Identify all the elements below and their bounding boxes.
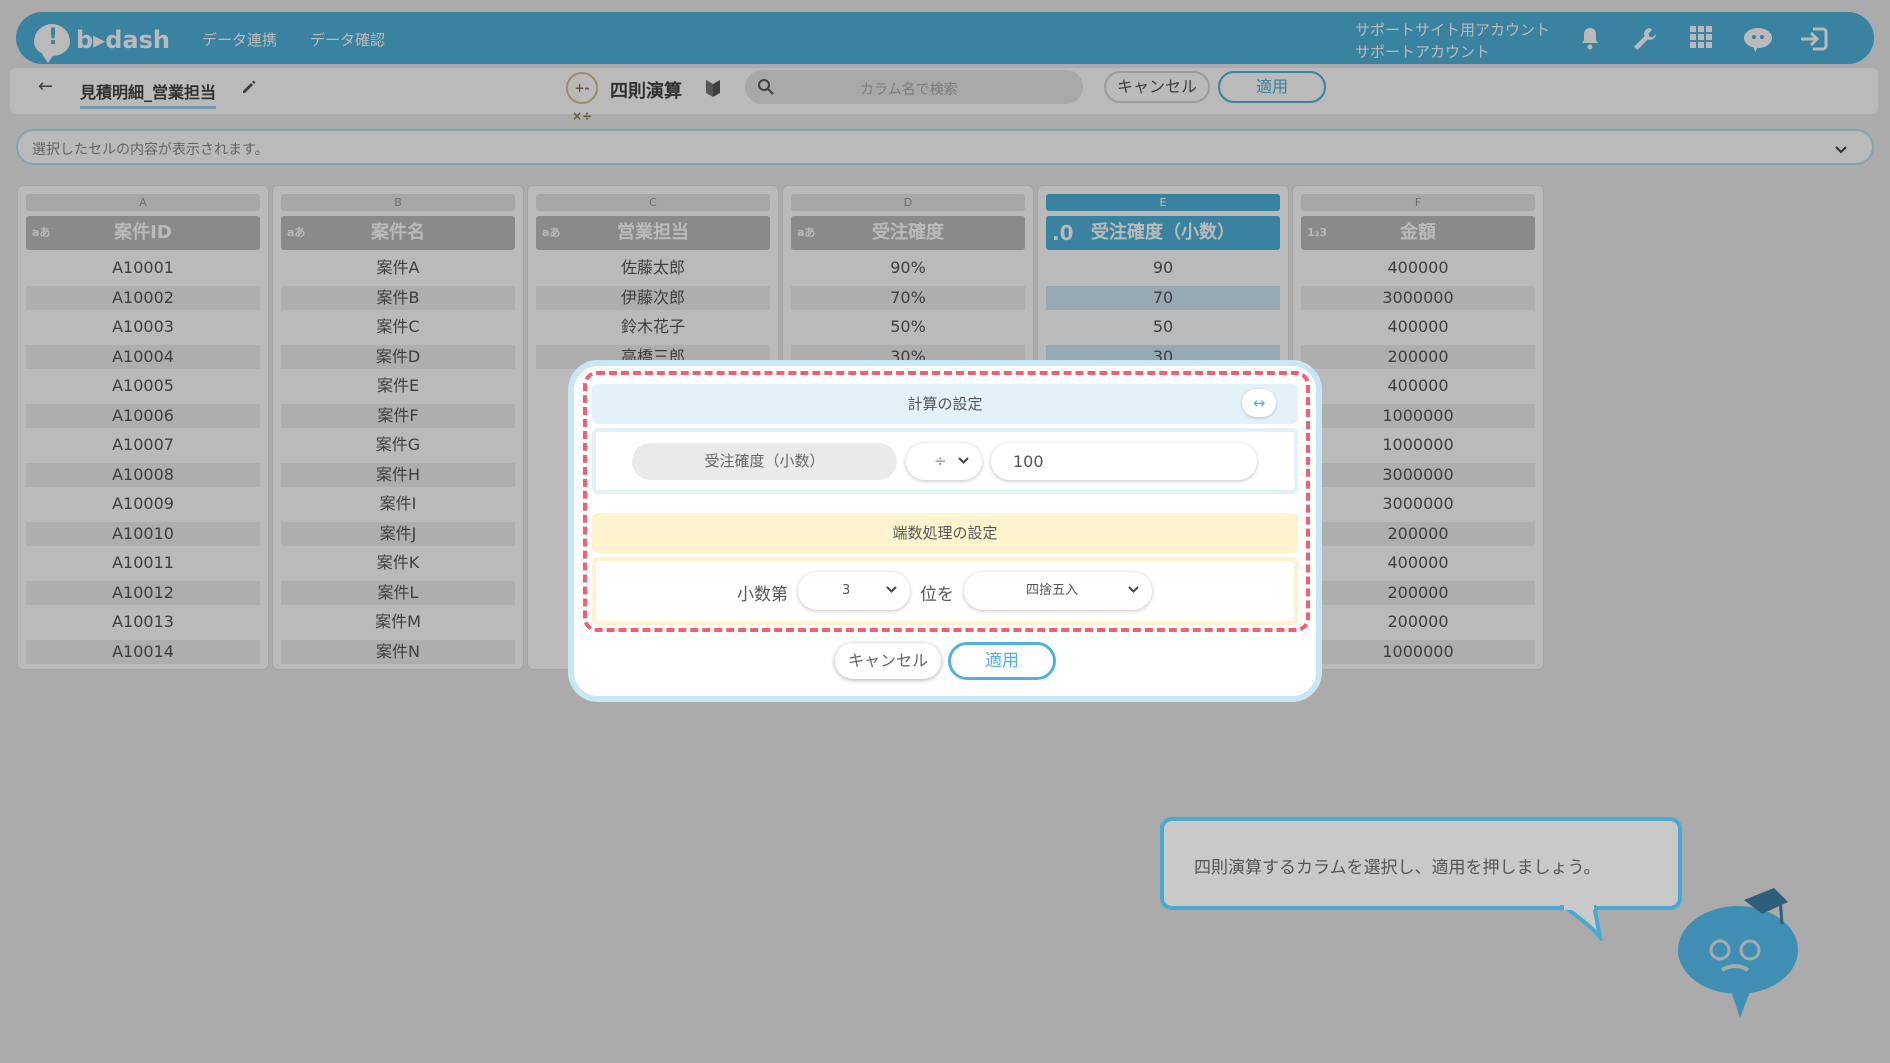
bubble-tail-icon [1560, 905, 1603, 941]
dialog-cancel-button[interactable]: キャンセル [835, 643, 941, 679]
dialog-apply-button[interactable]: 適用 [948, 642, 1056, 680]
hint-text: 四則演算するカラムを選択し、適用を押しましょう。 [1194, 858, 1601, 878]
mascot-brain-icon [1678, 888, 1798, 1018]
highlight-dashed-frame [583, 371, 1310, 632]
